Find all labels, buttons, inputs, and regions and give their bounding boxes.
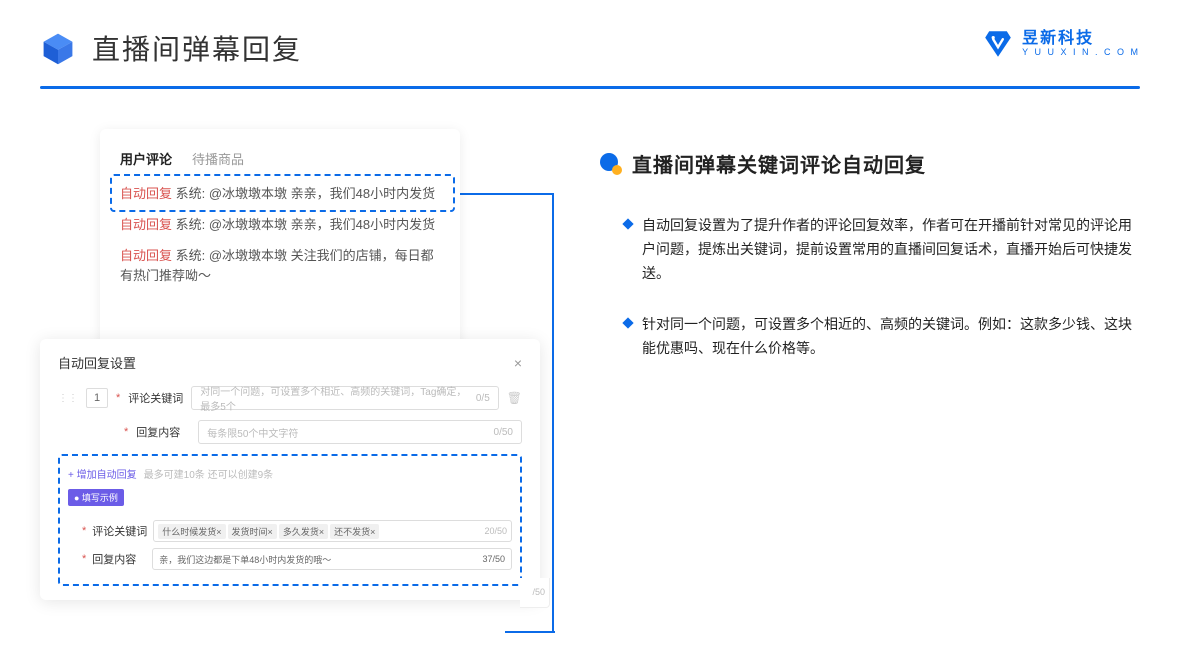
tab-pending-goods[interactable]: 待播商品: [192, 149, 244, 168]
required-dot: *: [82, 525, 86, 537]
clip-count: /50: [520, 578, 550, 608]
diamond-icon: [622, 318, 633, 329]
example-content-input[interactable]: 亲，我们这边都是下单48小时内发货的哦～ 37/50: [152, 548, 512, 570]
cube-logo-icon: [40, 30, 76, 66]
brand-logo-icon: [982, 28, 1014, 60]
comment-item: 自动回复 系统: @冰墩墩本墩 关注我们的店铺，每日都有热门推荐呦～: [120, 246, 440, 288]
brand-name: 昱新科技: [1022, 30, 1140, 48]
add-auto-reply-link[interactable]: + 增加自动回复: [68, 466, 137, 481]
highlight-dashed-box-2: + 增加自动回复 最多可建10条 还可以创建9条 ● 填写示例 * 评论关键词 …: [58, 454, 522, 586]
content-input[interactable]: 每条限50个中文字符 0/50: [198, 420, 522, 444]
content-count: 0/50: [494, 427, 513, 438]
keyword-input[interactable]: 对同一个问题，可设置多个相近、高频的关键词，Tag确定，最多5个 0/5: [191, 386, 498, 410]
diamond-icon: [622, 218, 633, 229]
example-badge: ● 填写示例: [68, 489, 124, 506]
tag-count: 20/50: [484, 526, 507, 536]
example-keyword-tags[interactable]: 什么时候发货× 发货时间× 多久发货× 还不发货× 20/50: [153, 520, 512, 542]
trash-icon[interactable]: 🗑: [507, 391, 522, 405]
point-text: 针对同一个问题，可设置多个相近的、高频的关键词。例如：这款多少钱、这块能优惠吗、…: [642, 313, 1140, 361]
row-number: 1: [86, 388, 108, 408]
comments-card: 用户评论 待播商品 自动回复 系统: @冰墩墩本墩 亲亲，我们48小时内发货 自…: [100, 129, 460, 349]
comment-text: 系统: @冰墩墩本墩 亲亲，我们48小时内发货: [172, 217, 435, 232]
brand-url: Y U U X I N . C O M: [1022, 48, 1140, 58]
keyword-count: 0/5: [476, 393, 490, 404]
settings-title: 自动回复设置: [58, 353, 136, 372]
add-hint: 最多可建10条 还可以创建9条: [144, 470, 273, 481]
settings-card: 自动回复设置 × ⋮⋮ 1 * 评论关键词 对同一个问题，可设置多个相近、高频的…: [40, 339, 540, 600]
keyword-tag[interactable]: 什么时候发货×: [158, 524, 225, 539]
bullet-point: 针对同一个问题，可设置多个相近的、高频的关键词。例如：这款多少钱、这块能优惠吗、…: [600, 313, 1140, 361]
required-dot: *: [116, 392, 120, 404]
example-content-text: 亲，我们这边都是下单48小时内发货的哦～: [159, 553, 331, 566]
auto-reply-badge: 自动回复: [120, 248, 172, 263]
placeholder-text: 每条限50个中文字符: [207, 425, 298, 440]
content-label: 回复内容: [136, 424, 190, 440]
point-text: 自动回复设置为了提升作者的评论回复效率，作者可在开播前针对常见的评论用户问题，提…: [642, 214, 1140, 285]
section-title: 直播间弹幕关键词评论自动回复: [632, 149, 926, 178]
sub-content-label: 回复内容: [92, 551, 146, 567]
example-content-count: 37/50: [482, 554, 505, 564]
section-bullet-icon: [600, 153, 622, 175]
highlight-dashed-box-1: [110, 174, 455, 212]
auto-reply-badge: 自动回复: [120, 217, 172, 232]
keyword-tag[interactable]: 多久发货×: [279, 524, 328, 539]
drag-handle-icon[interactable]: ⋮⋮: [58, 393, 78, 404]
right-panel: 直播间弹幕关键词评论自动回复 自动回复设置为了提升作者的评论回复效率，作者可在开…: [600, 129, 1140, 389]
required-dot: *: [82, 553, 86, 565]
required-dot: *: [124, 426, 128, 438]
keyword-tag[interactable]: 还不发货×: [330, 524, 379, 539]
sub-keyword-label: 评论关键词: [92, 523, 147, 539]
connector-line-2: [505, 631, 555, 633]
tab-user-comments[interactable]: 用户评论: [120, 149, 172, 168]
brand-block: 昱新科技 Y U U X I N . C O M: [982, 28, 1140, 60]
placeholder-text: 对同一个问题，可设置多个相近、高频的关键词，Tag确定，最多5个: [200, 383, 476, 413]
comment-item: 自动回复 系统: @冰墩墩本墩 亲亲，我们48小时内发货: [120, 215, 440, 236]
close-icon[interactable]: ×: [514, 355, 522, 371]
keyword-tag[interactable]: 发货时间×: [228, 524, 277, 539]
left-panel: 用户评论 待播商品 自动回复 系统: @冰墩墩本墩 亲亲，我们48小时内发货 自…: [40, 129, 540, 389]
page-title: 直播间弹幕回复: [92, 28, 302, 68]
bullet-point: 自动回复设置为了提升作者的评论回复效率，作者可在开播前针对常见的评论用户问题，提…: [600, 214, 1140, 285]
keyword-label: 评论关键词: [128, 390, 183, 406]
